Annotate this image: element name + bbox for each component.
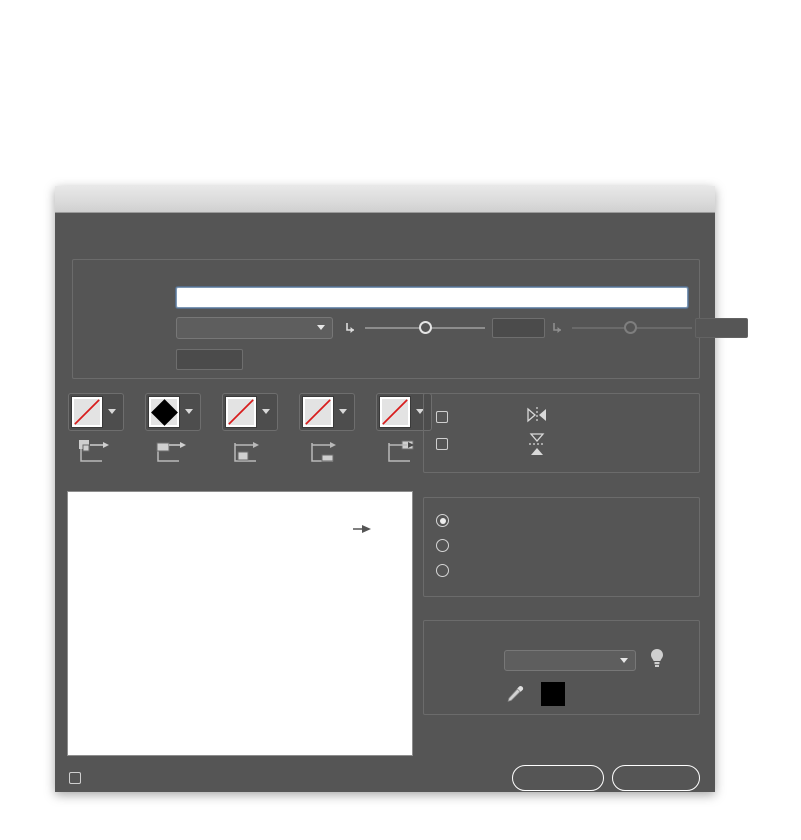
chevron-down-icon[interactable] xyxy=(339,409,347,414)
start-tile-position-icon xyxy=(309,439,343,467)
tile-swatch-start xyxy=(302,396,334,428)
brush-preview-path xyxy=(353,525,371,533)
preview-checkbox[interactable] xyxy=(69,772,81,784)
ok-button[interactable] xyxy=(612,765,700,791)
chevron-down-icon xyxy=(620,657,628,663)
side-tile-position-icon xyxy=(78,439,112,467)
scale-min-icon xyxy=(345,321,359,335)
tile-button-outer-corner[interactable] xyxy=(145,393,201,431)
tile-swatch-side xyxy=(71,396,103,428)
options-group xyxy=(72,259,700,379)
none-slash-icon xyxy=(305,399,331,425)
chevron-down-icon[interactable] xyxy=(108,409,116,414)
name-input[interactable] xyxy=(176,287,688,308)
flip-along-checkbox[interactable] xyxy=(436,411,448,423)
dialog-body xyxy=(55,213,748,793)
tile-button-start[interactable] xyxy=(299,393,355,431)
dialog-titlebar xyxy=(55,186,715,213)
end-tile-position-icon xyxy=(386,439,420,467)
diamond-tile-icon xyxy=(150,398,178,426)
scale-max-slider-knob xyxy=(624,321,637,334)
fit-option-stretch-radio[interactable] xyxy=(436,514,449,527)
chevron-down-icon xyxy=(317,325,325,330)
inner-corner-tile-position-icon xyxy=(232,439,266,467)
lightbulb-icon[interactable] xyxy=(649,647,665,674)
fit-option-add-space-radio[interactable] xyxy=(436,539,449,552)
scale-percent-input[interactable] xyxy=(492,318,545,338)
key-color-swatch[interactable] xyxy=(541,682,565,706)
fit-option-approximate-radio[interactable] xyxy=(436,564,449,577)
flip-along-icon xyxy=(525,406,549,429)
none-slash-icon xyxy=(228,399,254,425)
flip-across-checkbox[interactable] xyxy=(436,438,448,450)
scale-max-percent-input xyxy=(695,318,748,338)
tile-button-inner-corner[interactable] xyxy=(222,393,278,431)
artboard xyxy=(0,0,801,178)
flip-across-icon xyxy=(527,432,547,463)
spacing-input[interactable] xyxy=(176,349,243,370)
method-select[interactable] xyxy=(504,650,636,671)
tile-button-side[interactable] xyxy=(68,393,124,431)
none-slash-icon xyxy=(382,399,408,425)
outer-corner-tile-position-icon xyxy=(155,439,189,467)
scale-select[interactable] xyxy=(176,317,333,339)
eyedropper-icon[interactable] xyxy=(505,684,525,709)
pattern-brush-options-dialog xyxy=(55,186,748,793)
chevron-down-icon[interactable] xyxy=(185,409,193,414)
scale-slider-knob[interactable] xyxy=(419,321,432,334)
none-slash-icon xyxy=(74,399,100,425)
chevron-down-icon[interactable] xyxy=(262,409,270,414)
cancel-button[interactable] xyxy=(512,765,604,791)
tile-swatch-inner-corner xyxy=(225,396,257,428)
tile-swatch-end xyxy=(379,396,411,428)
fit-group xyxy=(423,497,700,597)
brush-preview-canvas xyxy=(67,491,413,756)
scale-max-icon xyxy=(552,321,566,335)
flip-group xyxy=(423,393,700,473)
tile-swatch-outer-corner xyxy=(148,396,180,428)
